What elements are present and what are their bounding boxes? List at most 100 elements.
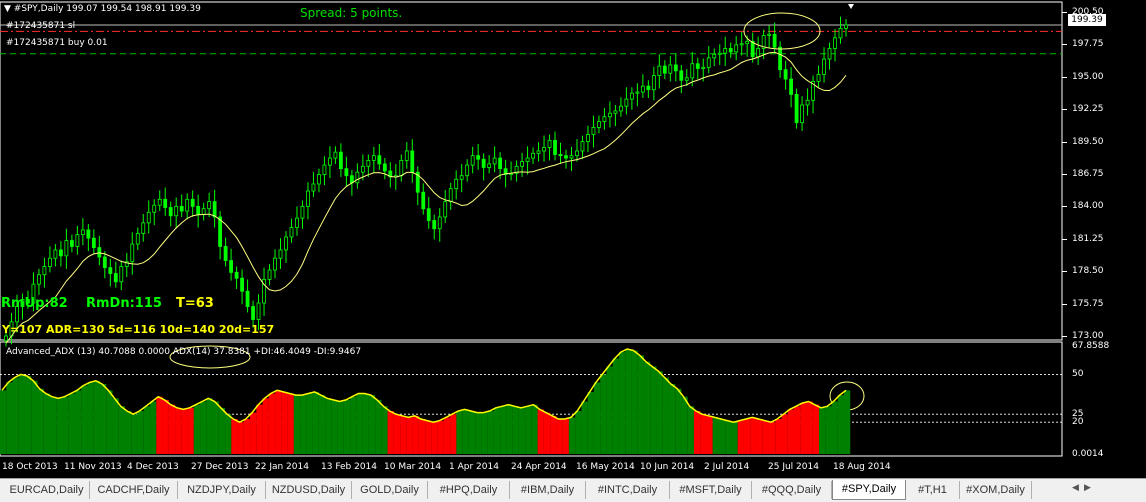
candle-body [273,257,277,271]
candle-body [673,64,678,72]
tab-scroll-left-icon[interactable]: ◀ [1072,483,1079,493]
order-sl-label[interactable]: #172435871 sl [6,21,75,31]
adx-histogram-bar [618,352,626,454]
candle-body [723,48,728,54]
candle-body [624,98,629,107]
adx-histogram-bar [593,382,601,454]
candle-body [64,240,69,257]
adx-histogram-bar [18,374,26,454]
tab-scroll-right-icon[interactable]: ▶ [1084,483,1091,493]
price-axis-label: 184.00 [1072,201,1104,212]
adx-histogram-bar [675,388,682,454]
adx-histogram-bar [543,412,551,454]
chart-tab-bar: ◀ ▶ EURCAD,Daily CADCHF,Daily NZDJPY,Daily… [0,478,1146,502]
chart-canvas[interactable] [0,0,1146,478]
adx-histogram-bar [812,404,819,454]
adx-histogram-bar [156,396,163,454]
candle-body [245,290,250,307]
candle-body [586,134,590,142]
candle-body [701,66,706,69]
price-axis-label: 186.75 [1072,168,1104,179]
candle-body [531,152,535,159]
candle-body [492,157,497,165]
candle-body [465,164,470,177]
candle-body [201,208,206,216]
candle-body [37,274,41,285]
candle-body [822,58,826,75]
adx-histogram-bar [700,414,707,454]
candle-body [481,158,486,168]
order-buy-label[interactable]: #172435871 buy 0.01 [6,38,108,48]
indicator-axis-label: 20 [1072,417,1084,428]
adx-histogram-bar [518,407,526,454]
adx-histogram-bar [431,422,438,454]
candle-body [42,266,47,276]
chart-tab[interactable]: NZDUSD,Daily [266,481,352,499]
adx-histogram-bar [562,418,569,454]
chart-tab[interactable]: #IBM,Daily [510,481,586,499]
candle-body [783,69,788,80]
chart-tab[interactable]: #XOM,Daily [960,481,1032,499]
candle-body [426,208,431,221]
adx-histogram-bar [575,411,582,454]
time-axis-label: 22 Jan 2014 [255,462,309,472]
chart-tab[interactable]: #SPY,Daily [832,480,906,500]
collapse-triangle-icon[interactable]: ▼ [4,4,11,14]
chart-tab[interactable]: EURCAD,Daily [4,481,90,499]
main-pane-border [0,1,1063,341]
candle-body [256,302,261,320]
candle-body [190,198,195,207]
candle-body [251,306,255,320]
adx-histogram-bar [525,406,532,454]
adx-histogram-bar [712,417,719,454]
price-tick [1062,76,1067,78]
chart-tab[interactable]: GOLD,Daily [352,481,428,499]
candle-body [520,161,524,167]
chart-tab[interactable]: #HPQ,Daily [428,481,510,499]
candle-body [218,216,223,247]
chart-tab[interactable]: #MSFT,Daily [670,481,752,499]
candle-body [382,163,387,172]
candle-body [695,63,700,69]
price-tick [1062,44,1067,46]
price-tick [1062,206,1067,208]
chart-tab[interactable]: CADCHF,Daily [90,481,178,499]
candle-body [657,65,662,76]
candle-body [662,65,667,74]
adx-histogram-bar [37,388,44,454]
chart-tab[interactable]: #T,H1 [906,481,960,499]
adx-histogram-bar [481,412,488,454]
adx-histogram-bar [512,406,519,454]
candle-body [706,57,711,68]
candle-body [640,85,645,93]
adx-histogram-bar [643,361,651,454]
chart-area[interactable]: ▼ #SPY,Daily 199.07 199.54 198.91 199.39… [0,0,1146,478]
candle-body [470,155,475,166]
candle-body [767,33,772,36]
candle-body [119,266,124,283]
adx-histogram-bar [531,404,538,454]
candle-body [432,220,437,230]
adx-histogram-bar [456,411,463,454]
chart-tab[interactable]: NZDJPY,Daily [178,481,266,499]
candle-body [569,155,574,159]
adx-histogram-bar [375,399,382,454]
adx-histogram-bar [131,414,138,454]
adx-histogram-bar [231,418,238,454]
candle-body [97,247,102,258]
adx-histogram-bar [550,415,557,454]
adx-histogram-bar [293,395,301,454]
candle-body [498,157,503,170]
chart-tab[interactable]: #INTC,Daily [586,481,670,499]
time-axis-label: 25 Jul 2014 [768,462,819,472]
candle-body [317,174,321,185]
candle-body [333,151,338,159]
candle-body [756,48,761,58]
price-axis-label: 197.75 [1072,39,1104,50]
price-axis-label: 200.50 [1072,6,1104,17]
chart-tab[interactable]: #QQQ,Daily [752,481,832,499]
adx-histogram-bar [275,390,282,454]
price-axis-label: 192.25 [1072,104,1104,115]
candle-body [75,234,80,247]
adx-histogram-bar [806,401,813,454]
